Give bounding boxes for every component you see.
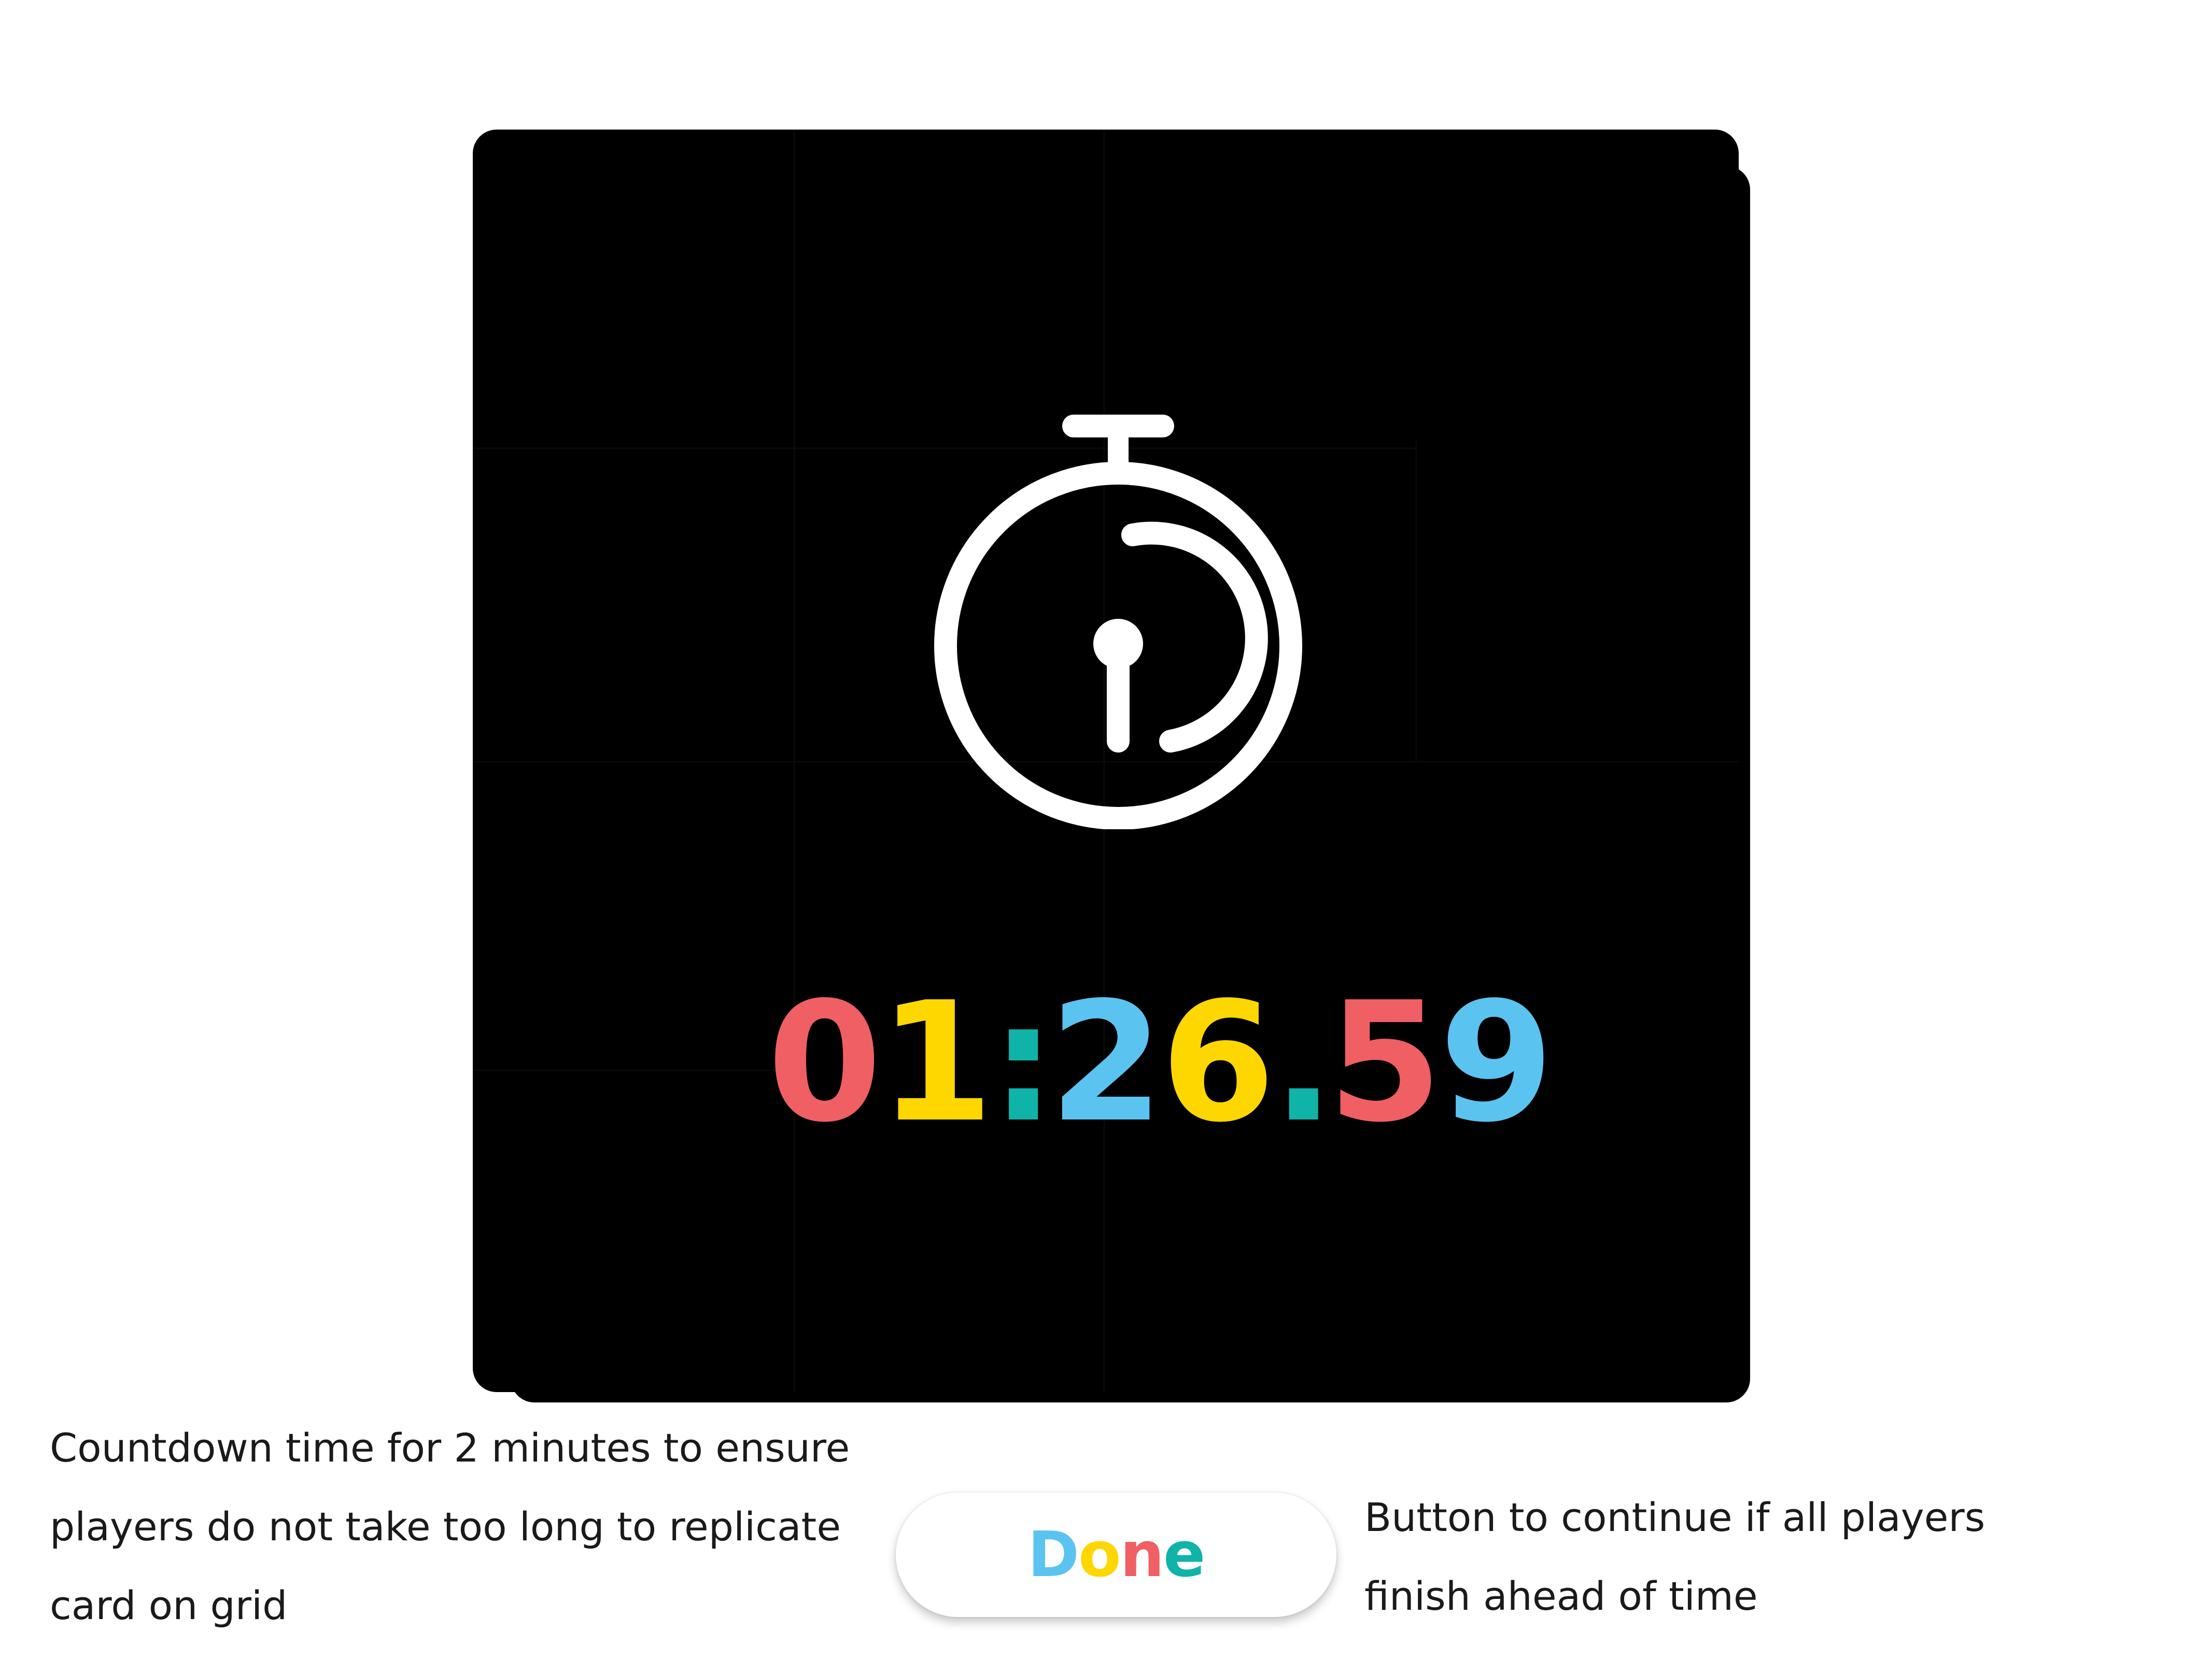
annotation-line: players do not take too long to replicat… — [50, 1504, 841, 1550]
done-letter: D — [1027, 1519, 1080, 1591]
timer-digit: 9 — [1439, 967, 1554, 1158]
timer-annotation: Countdown time for 2 minutes to ensure p… — [50, 1409, 850, 1645]
annotation-line: Countdown time for 2 minutes to ensure — [50, 1425, 850, 1471]
stopwatch-icon — [934, 415, 1302, 829]
annotation-line: Button to continue if all players — [1364, 1494, 1985, 1540]
annotation-line: finish ahead of time — [1364, 1573, 1758, 1619]
done-annotation: Button to continue if all players finish… — [1364, 1478, 1985, 1636]
timer-digit: 0 — [767, 967, 882, 1158]
done-letter: o — [1078, 1519, 1121, 1591]
countdown-timer: 01:26.59 — [767, 967, 1554, 1158]
timer-digit: 1 — [879, 967, 993, 1158]
timer-digit: 2 — [1049, 967, 1164, 1158]
timer-digit: 5 — [1328, 967, 1442, 1158]
done-button[interactable]: Done — [896, 1493, 1336, 1617]
timer-separator: . — [1272, 967, 1335, 1158]
timer-separator: : — [990, 967, 1056, 1158]
screen: 01:26.59 Countdown time for 2 minutes to… — [0, 0, 2212, 1659]
done-letter: n — [1120, 1519, 1164, 1591]
done-button-label: Done — [1027, 1519, 1206, 1591]
annotation-line: card on grid — [50, 1582, 288, 1628]
timer-digit: 6 — [1160, 967, 1275, 1158]
done-letter: e — [1163, 1519, 1205, 1591]
